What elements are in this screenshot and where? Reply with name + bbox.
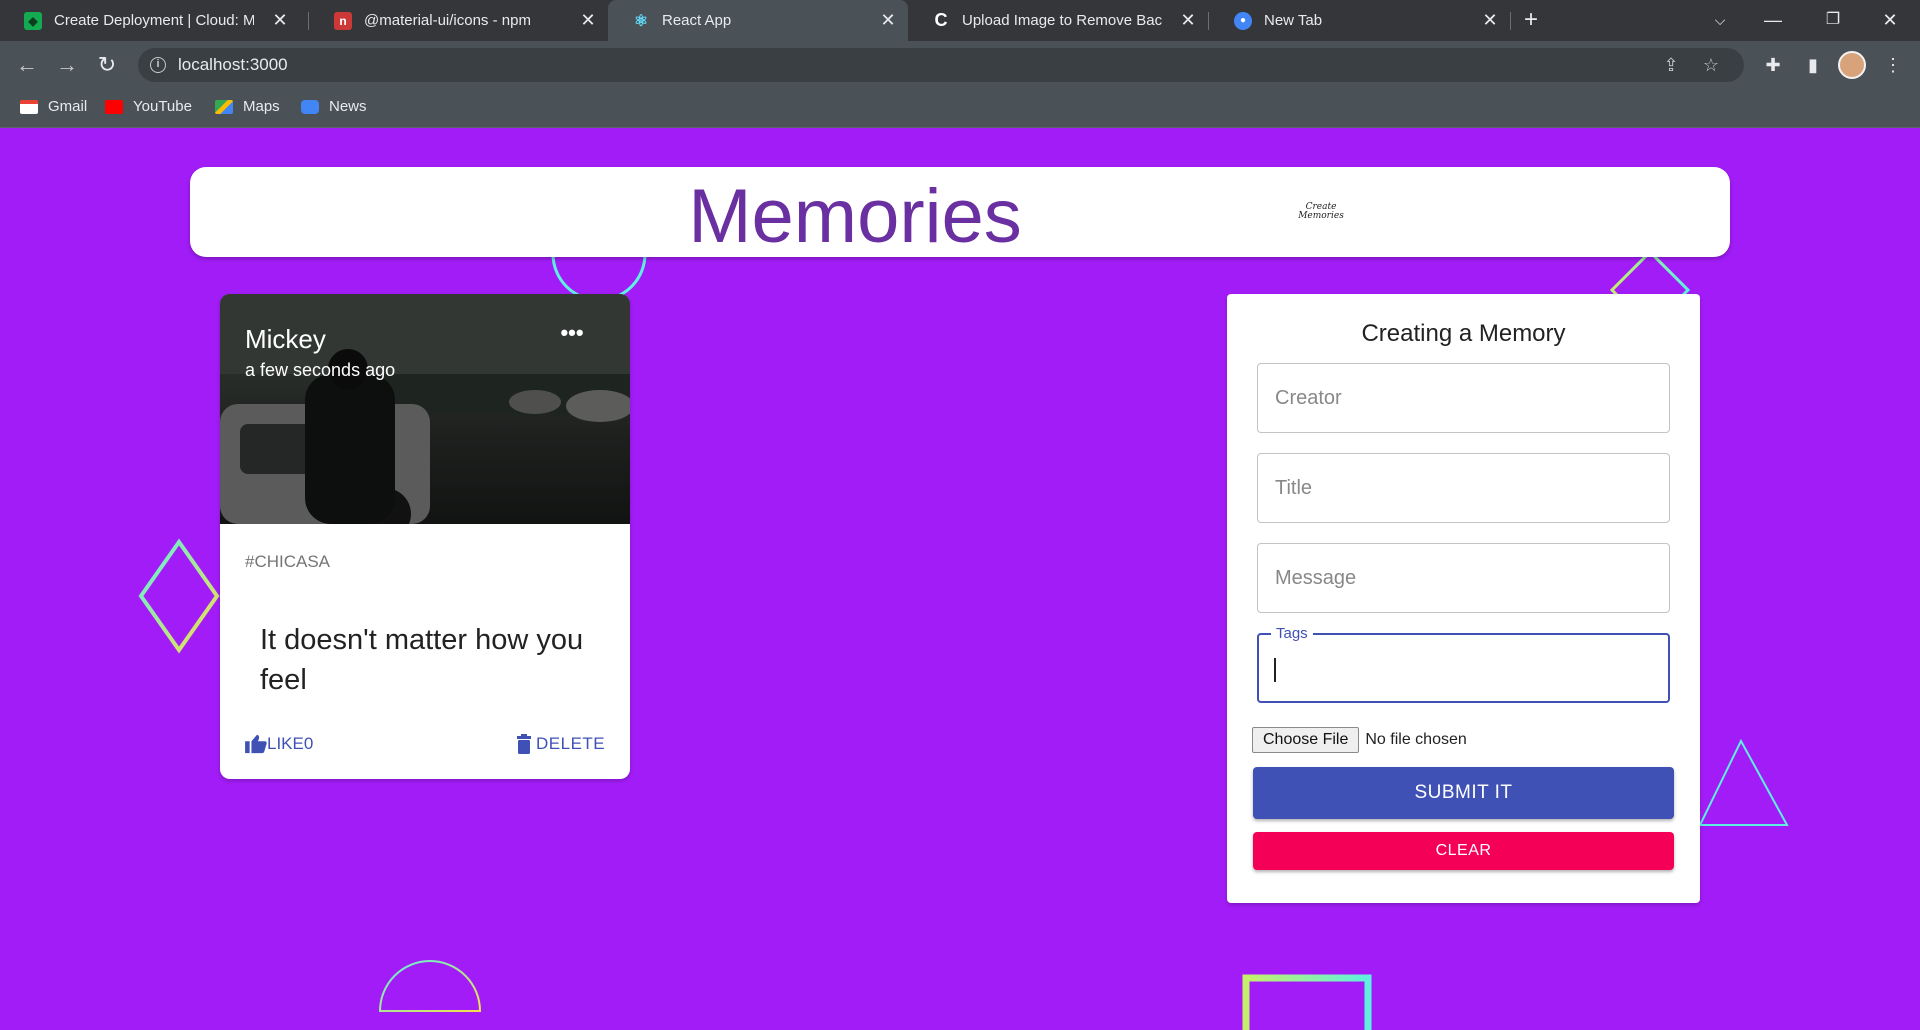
react-icon: ⚛: [633, 12, 649, 30]
memory-timestamp: a few seconds ago: [245, 360, 396, 380]
new-tab-plus-icon[interactable]: +: [1518, 8, 1544, 34]
bookmark-star-icon[interactable]: ☆: [1700, 54, 1722, 76]
memory-form: Creating a Memory Tags Choose File No fi…: [1227, 294, 1700, 903]
thumb-up-icon: [245, 734, 267, 754]
bookmark-maps[interactable]: Maps: [215, 98, 280, 115]
side-panel-icon[interactable]: ▮: [1800, 52, 1826, 78]
tab-remove-bg[interactable]: C Upload Image to Remove Backgr ✕: [908, 0, 1208, 41]
bookmark-label: Maps: [243, 98, 280, 115]
mongodb-leaf-icon: ◆: [24, 11, 42, 30]
bookmark-label: YouTube: [133, 98, 192, 115]
extensions-puzzle-icon[interactable]: ✚: [1760, 52, 1786, 78]
more-horiz-icon[interactable]: •••: [554, 318, 590, 348]
tab-npm[interactable]: n @material-ui/icons - npm ✕: [310, 0, 608, 41]
file-upload: Choose File No file chosen: [1252, 727, 1467, 753]
close-tab-icon[interactable]: ✕: [578, 10, 598, 30]
tab-title: New Tab: [1264, 12, 1323, 29]
creator-input[interactable]: [1258, 364, 1669, 432]
file-status: No file chosen: [1365, 731, 1467, 748]
close-tab-icon[interactable]: ✕: [878, 10, 898, 30]
creator-field[interactable]: [1257, 363, 1670, 433]
bookmark-gmail[interactable]: Gmail: [20, 98, 87, 115]
menu-kebab-icon[interactable]: ⋮: [1880, 52, 1906, 78]
bookmark-label: Gmail: [48, 98, 88, 115]
clear-button[interactable]: CLEAR: [1253, 832, 1674, 870]
maps-icon: [215, 99, 233, 114]
tab-separator: [1208, 12, 1209, 30]
memory-creator: Mickey: [245, 324, 326, 354]
close-window-icon[interactable]: ✕: [1870, 6, 1910, 34]
tab-mongodb[interactable]: ◆ Create Deployment | Cloud: Mon ✕: [0, 0, 300, 41]
bookmark-youtube[interactable]: YouTube: [105, 98, 192, 115]
gmail-icon: [20, 99, 38, 114]
tab-react-app[interactable]: ⚛ React App ✕: [608, 0, 908, 41]
delete-label: DELETE: [536, 734, 606, 753]
triangle-shape: [1698, 738, 1789, 826]
browser-toolbar: ← → ↻ i localhost:3000 ⇪ ☆ ✚ ▮ ⋮: [0, 41, 1920, 88]
tab-separator: [308, 12, 309, 30]
app-header: Memories Create Memories: [190, 167, 1730, 259]
tab-title: Upload Image to Remove Backgr: [962, 12, 1162, 29]
memory-tags: #CHICASA: [245, 552, 331, 571]
memory-photo: Mickey a few seconds ago •••: [220, 294, 630, 524]
url-text[interactable]: localhost:3000: [178, 55, 288, 75]
tab-new-tab[interactable]: ● New Tab ✕: [1210, 0, 1510, 41]
tab-separator: [1510, 12, 1511, 30]
tab-search-chevron-icon[interactable]: ⌵: [1700, 6, 1740, 34]
youtube-icon: [105, 99, 123, 114]
tab-title: @material-ui/icons - npm: [364, 12, 531, 29]
forward-arrow-icon[interactable]: →: [53, 51, 81, 79]
bookmark-label: News: [329, 98, 367, 115]
message-input[interactable]: [1258, 544, 1669, 612]
delete-trash-icon: [517, 734, 531, 754]
message-field[interactable]: [1257, 543, 1670, 613]
memory-message: It doesn't matter how you feel: [260, 624, 584, 696]
reload-icon[interactable]: ↻: [93, 51, 121, 79]
chrome-icon: ●: [1234, 11, 1252, 30]
remove-bg-icon: C: [934, 10, 948, 30]
close-tab-icon[interactable]: ✕: [1480, 10, 1500, 30]
diamond-shape: [138, 538, 220, 654]
npm-icon: n: [334, 11, 352, 30]
minimize-icon[interactable]: —: [1753, 6, 1793, 34]
bottom-half-circle: [378, 960, 482, 1012]
bookmarks-bar: Gmail YouTube Maps News: [0, 88, 1920, 128]
square-shape: [1242, 974, 1372, 1030]
tab-title: Create Deployment | Cloud: Mon: [54, 12, 254, 29]
app-logo: Create Memories: [1298, 202, 1344, 221]
form-title: Creating a Memory: [1361, 320, 1566, 347]
site-info-icon[interactable]: i: [150, 57, 166, 73]
like-count-label: LIKE0: [267, 734, 314, 753]
browser-tab-bar: ◆ Create Deployment | Cloud: Mon ✕ n @ma…: [0, 0, 1920, 41]
submit-button[interactable]: SUBMIT IT: [1253, 767, 1674, 819]
share-icon[interactable]: ⇪: [1660, 54, 1682, 76]
memory-card: Mickey a few seconds ago ••• #CHICASA It…: [220, 294, 630, 779]
app-title: Memories: [688, 174, 1022, 259]
profile-avatar[interactable]: [1838, 51, 1866, 79]
close-tab-icon[interactable]: ✕: [1178, 10, 1198, 30]
news-icon: [301, 99, 319, 114]
text-caret: [1274, 658, 1276, 682]
back-arrow-icon[interactable]: ←: [13, 51, 41, 79]
tags-field[interactable]: Tags: [1257, 625, 1670, 703]
tab-title: React App: [662, 12, 732, 29]
restore-icon[interactable]: ❐: [1813, 6, 1853, 34]
bookmark-news[interactable]: News: [301, 98, 367, 115]
address-bar[interactable]: i localhost:3000 ⇪ ☆: [138, 48, 1744, 82]
delete-button[interactable]: DELETE: [516, 734, 605, 754]
choose-file-button[interactable]: Choose File: [1252, 727, 1360, 753]
like-button[interactable]: LIKE0: [245, 734, 313, 754]
tags-label: Tags: [1271, 625, 1313, 642]
title-input[interactable]: [1258, 454, 1669, 522]
close-tab-icon[interactable]: ✕: [270, 10, 290, 30]
title-field[interactable]: [1257, 453, 1670, 523]
